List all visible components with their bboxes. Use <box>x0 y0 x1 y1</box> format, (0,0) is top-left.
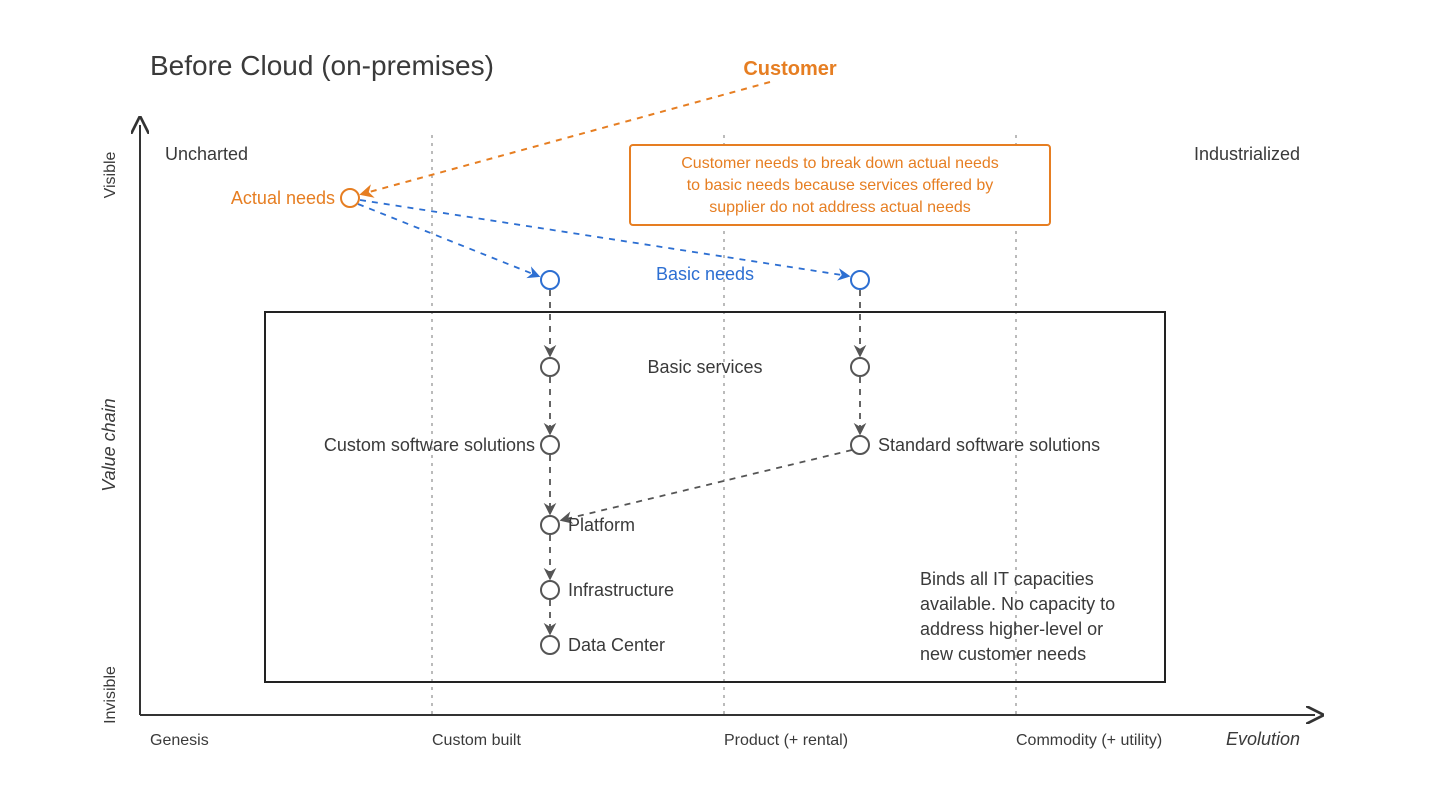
y-axis-label: Value chain <box>99 398 119 491</box>
node-basic-svc-left <box>541 358 559 376</box>
x-tick-product: Product (+ rental) <box>724 732 848 749</box>
box-note-l1: Binds all IT capacities <box>920 569 1094 589</box>
annotation-box: Customer needs to break down actual need… <box>630 145 1050 225</box>
node-standard-sw <box>851 436 869 454</box>
node-custom-sw <box>541 436 559 454</box>
box-note-l2: available. No capacity to <box>920 594 1115 614</box>
edge-actual-basic-left <box>358 204 538 276</box>
box-note-l4: new customer needs <box>920 644 1086 664</box>
y-tick-bottom: Invisible <box>102 666 119 724</box>
label-custom-sw: Custom software solutions <box>324 435 535 455</box>
label-standard-sw: Standard software solutions <box>878 435 1100 455</box>
label-platform: Platform <box>568 515 635 535</box>
diagram-title: Before Cloud (on-premises) <box>150 50 494 81</box>
label-basic-needs: Basic needs <box>656 264 754 284</box>
node-basic-needs-right <box>851 271 869 289</box>
label-data-center: Data Center <box>568 635 665 655</box>
node-basic-svc-right <box>851 358 869 376</box>
annotation-line-3: supplier do not address actual needs <box>709 199 971 216</box>
node-basic-needs-left <box>541 271 559 289</box>
label-basic-services: Basic services <box>647 357 762 377</box>
y-tick-top: Visible <box>102 151 119 198</box>
annotation-line-2: to basic needs because services offered … <box>687 177 994 194</box>
label-actual-needs: Actual needs <box>231 188 335 208</box>
anchor-customer: Customer <box>743 58 837 80</box>
box-note: Binds all IT capacities available. No ca… <box>920 569 1115 664</box>
wardley-map: Before Cloud (on-premises) Value chain V… <box>0 0 1440 811</box>
x-tick-custom: Custom built <box>432 732 521 749</box>
x-tick-commodity: Commodity (+ utility) <box>1016 732 1162 749</box>
node-actual-needs <box>341 189 359 207</box>
box-note-l3: address higher-level or <box>920 619 1103 639</box>
node-infrastructure <box>541 581 559 599</box>
label-infrastructure: Infrastructure <box>568 580 674 600</box>
node-platform <box>541 516 559 534</box>
corner-industrialized: Industrialized <box>1194 144 1300 164</box>
annotation-line-1: Customer needs to break down actual need… <box>681 155 999 172</box>
x-axis-label: Evolution <box>1226 729 1300 749</box>
edge-standard-platform <box>562 450 852 520</box>
corner-uncharted: Uncharted <box>165 144 248 164</box>
x-tick-genesis: Genesis <box>150 732 209 749</box>
node-data-center <box>541 636 559 654</box>
